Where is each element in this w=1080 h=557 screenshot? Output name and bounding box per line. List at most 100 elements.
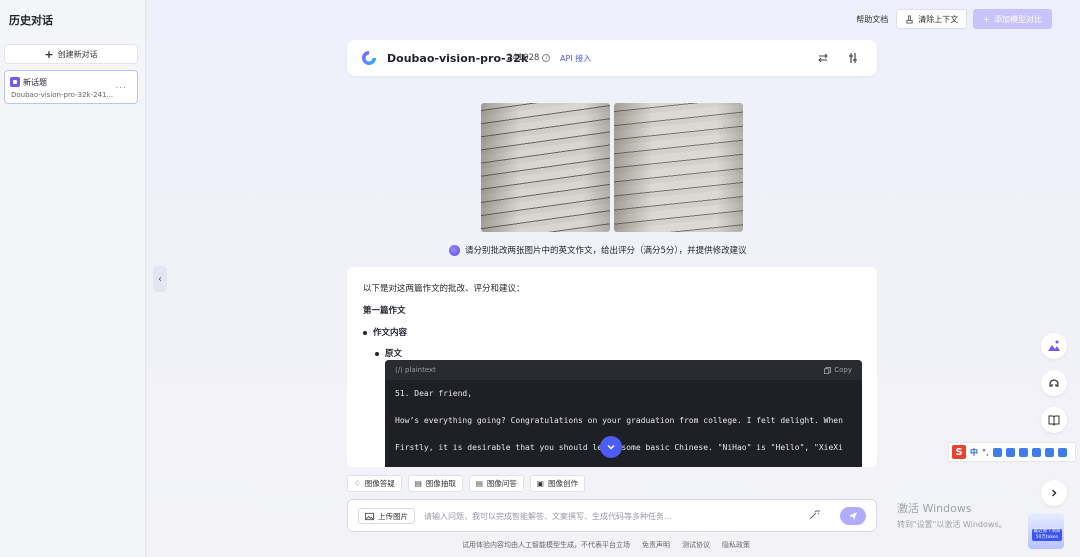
api-access-link[interactable]: API 接入 [560,53,591,64]
top-actions: 帮助文档 清除上下文 + 添加模型对比 [856,9,1052,29]
doubao-logo-icon [362,51,376,65]
ime-toolbar[interactable]: S 中 °, [948,442,1076,462]
uploaded-image-essay-1[interactable] [481,103,610,232]
user-message-text: 请分别批改两张图片中的英文作文，给出评分（满分5分），并提供修改建议 [465,246,747,256]
code-language-label: plaintext [405,366,436,374]
clear-context-button[interactable]: 清除上下文 [896,9,968,29]
windows-activation-watermark: 激活 Windows 转到"设置"以激活 Windows。 [897,500,1007,530]
tune-icon[interactable] [847,52,859,64]
send-button[interactable] [840,507,866,525]
scroll-to-bottom-button[interactable] [600,436,622,458]
upload-image-button[interactable]: 上传图片 [358,508,415,524]
code-language: ⟨/⟩ plaintext [395,366,436,374]
user-avatar [449,244,460,256]
document-icon: ▤ [475,479,483,488]
answer-intro: 以下是对这两篇作文的批改、评分和建议： [363,284,525,294]
user-message: 请分别批改两张图片中的英文作文，给出评分（满分5分），并提供修改建议 [449,244,747,256]
chip-label: 图像答疑 [364,479,395,488]
copy-label: Copy [834,366,852,374]
sidebar: 历史对话 + 创建新对话 新话题 Doubao-vision-pro-32k-2… [0,0,146,557]
chat-input-box: 上传图片 [347,499,877,532]
chevron-right-icon [1051,489,1057,497]
document-icon: ▤ [414,479,422,488]
floating-actions [1041,333,1067,433]
answer-heading: 第一篇作文 [363,306,406,316]
broom-icon [906,14,913,24]
swap-icon[interactable] [817,52,829,64]
chip-image-question[interactable]: ▤ 图像问答 [468,475,524,492]
docs-button[interactable] [1041,407,1067,433]
chip-image-create[interactable]: ▣ 图像创作 [529,475,586,492]
help-docs-link[interactable]: 帮助文档 [856,14,888,25]
footer: 试用体验内容均由人工智能模型生成，不代表平台立场 免责声明 测试协议 隐私政策 [462,540,750,550]
code-header: ⟨/⟩ plaintext Copy [385,360,862,380]
headset-icon [1049,379,1059,387]
conversation-item[interactable]: 新话题 Doubao-vision-pro-32k-241... ... [4,70,138,104]
chip-label: 图像创作 [548,479,579,488]
sidebar-title: 历史对话 [9,14,53,27]
model-version-text: 241028 [507,53,540,63]
quick-chips: ♢ 图像答疑 ▤ 图像抽取 ▤ 图像问答 ▣ 图像创作 [347,475,586,492]
footer-disclaimer: 试用体验内容均由人工智能模型生成，不代表平台立场 [462,541,630,549]
toolbox-icon[interactable] [1044,447,1054,457]
more-options-icon[interactable]: ... [115,81,127,91]
add-compare-label: 添加模型对比 [994,14,1042,24]
ai-assistant-button[interactable] [1041,333,1067,359]
bulb-icon: ♢ [354,479,361,488]
copy-button[interactable]: Copy [824,366,852,374]
chevron-left-icon: ‹ [158,273,162,285]
uploaded-image-essay-2[interactable] [614,103,743,232]
ime-punctuation[interactable]: °, [982,448,989,457]
chip-label: 图像问答 [486,479,517,488]
microphone-icon[interactable] [992,447,1002,457]
answer-sub-bullet: 原文 [375,347,402,359]
privacy-policy-link[interactable]: 隐私政策 [722,540,750,550]
plus-icon: + [44,47,54,61]
next-button[interactable] [1041,480,1067,506]
send-icon [849,512,857,520]
mountain-sparkle-icon [1048,340,1060,351]
image-upload-icon [365,512,374,520]
sogou-logo-icon: S [952,445,966,459]
collapse-sidebar-button[interactable]: ‹ [153,266,167,292]
test-agreement-link[interactable]: 测试协议 [682,540,710,550]
plus-icon: + [983,14,990,24]
info-icon[interactable]: i [542,54,551,62]
chip-label: 图像抽取 [425,479,456,488]
emoji-icon[interactable] [1018,447,1028,457]
answer-bullet: 作文内容 [363,326,407,338]
chip-image-extract[interactable]: ▤ 图像抽取 [407,475,463,492]
clear-context-label: 清除上下文 [918,14,959,24]
conversation-title: 新话题 [23,78,47,87]
chat-input[interactable] [424,508,764,524]
upload-image-label: 上传图片 [378,511,408,521]
chat-icon [10,77,20,87]
add-model-compare-button[interactable]: + 添加模型对比 [973,9,1052,29]
more-icon[interactable] [1057,447,1067,457]
code-icon: ⟨/⟩ [395,366,406,374]
watermark-subtitle: 转到"设置"以激活 Windows。 [897,520,1007,529]
disclaimer-link[interactable]: 免责声明 [642,540,670,550]
new-chat-label: 创建新对话 [57,49,98,59]
keyboard-icon[interactable] [1005,447,1015,457]
code-block: ⟨/⟩ plaintext Copy 51. Dear friend, How’… [385,360,862,467]
mascot-badge: 最近你个项目 50万token [1032,529,1062,541]
ime-mode[interactable]: 中 [970,447,978,458]
book-icon [1048,415,1060,426]
code-line: How’s everything going? Congratulations … [395,416,843,425]
copy-icon [824,366,832,374]
answer-sub-bullet-text: 原文 [385,349,403,359]
chip-image-qa[interactable]: ♢ 图像答疑 [347,475,402,492]
magic-wand-icon[interactable] [808,509,820,521]
image-icon: ▣ [536,479,545,488]
watermark-title: 激活 Windows [897,502,972,515]
answer-bullet-text: 作文内容 [373,328,408,338]
model-version: 241028 i [507,53,551,63]
model-bar: Doubao-vision-pro-32k 241028 i API 接入 [347,40,877,76]
conversation-model: Doubao-vision-pro-32k-241... [11,91,114,99]
new-chat-button[interactable]: + 创建新对话 [4,44,138,64]
main-area: 帮助文档 清除上下文 + 添加模型对比 Doubao-vision-pro-32… [147,0,1080,557]
support-button[interactable] [1041,370,1067,396]
code-line: 51. Dear friend, [395,389,473,398]
skin-icon[interactable] [1031,447,1041,457]
